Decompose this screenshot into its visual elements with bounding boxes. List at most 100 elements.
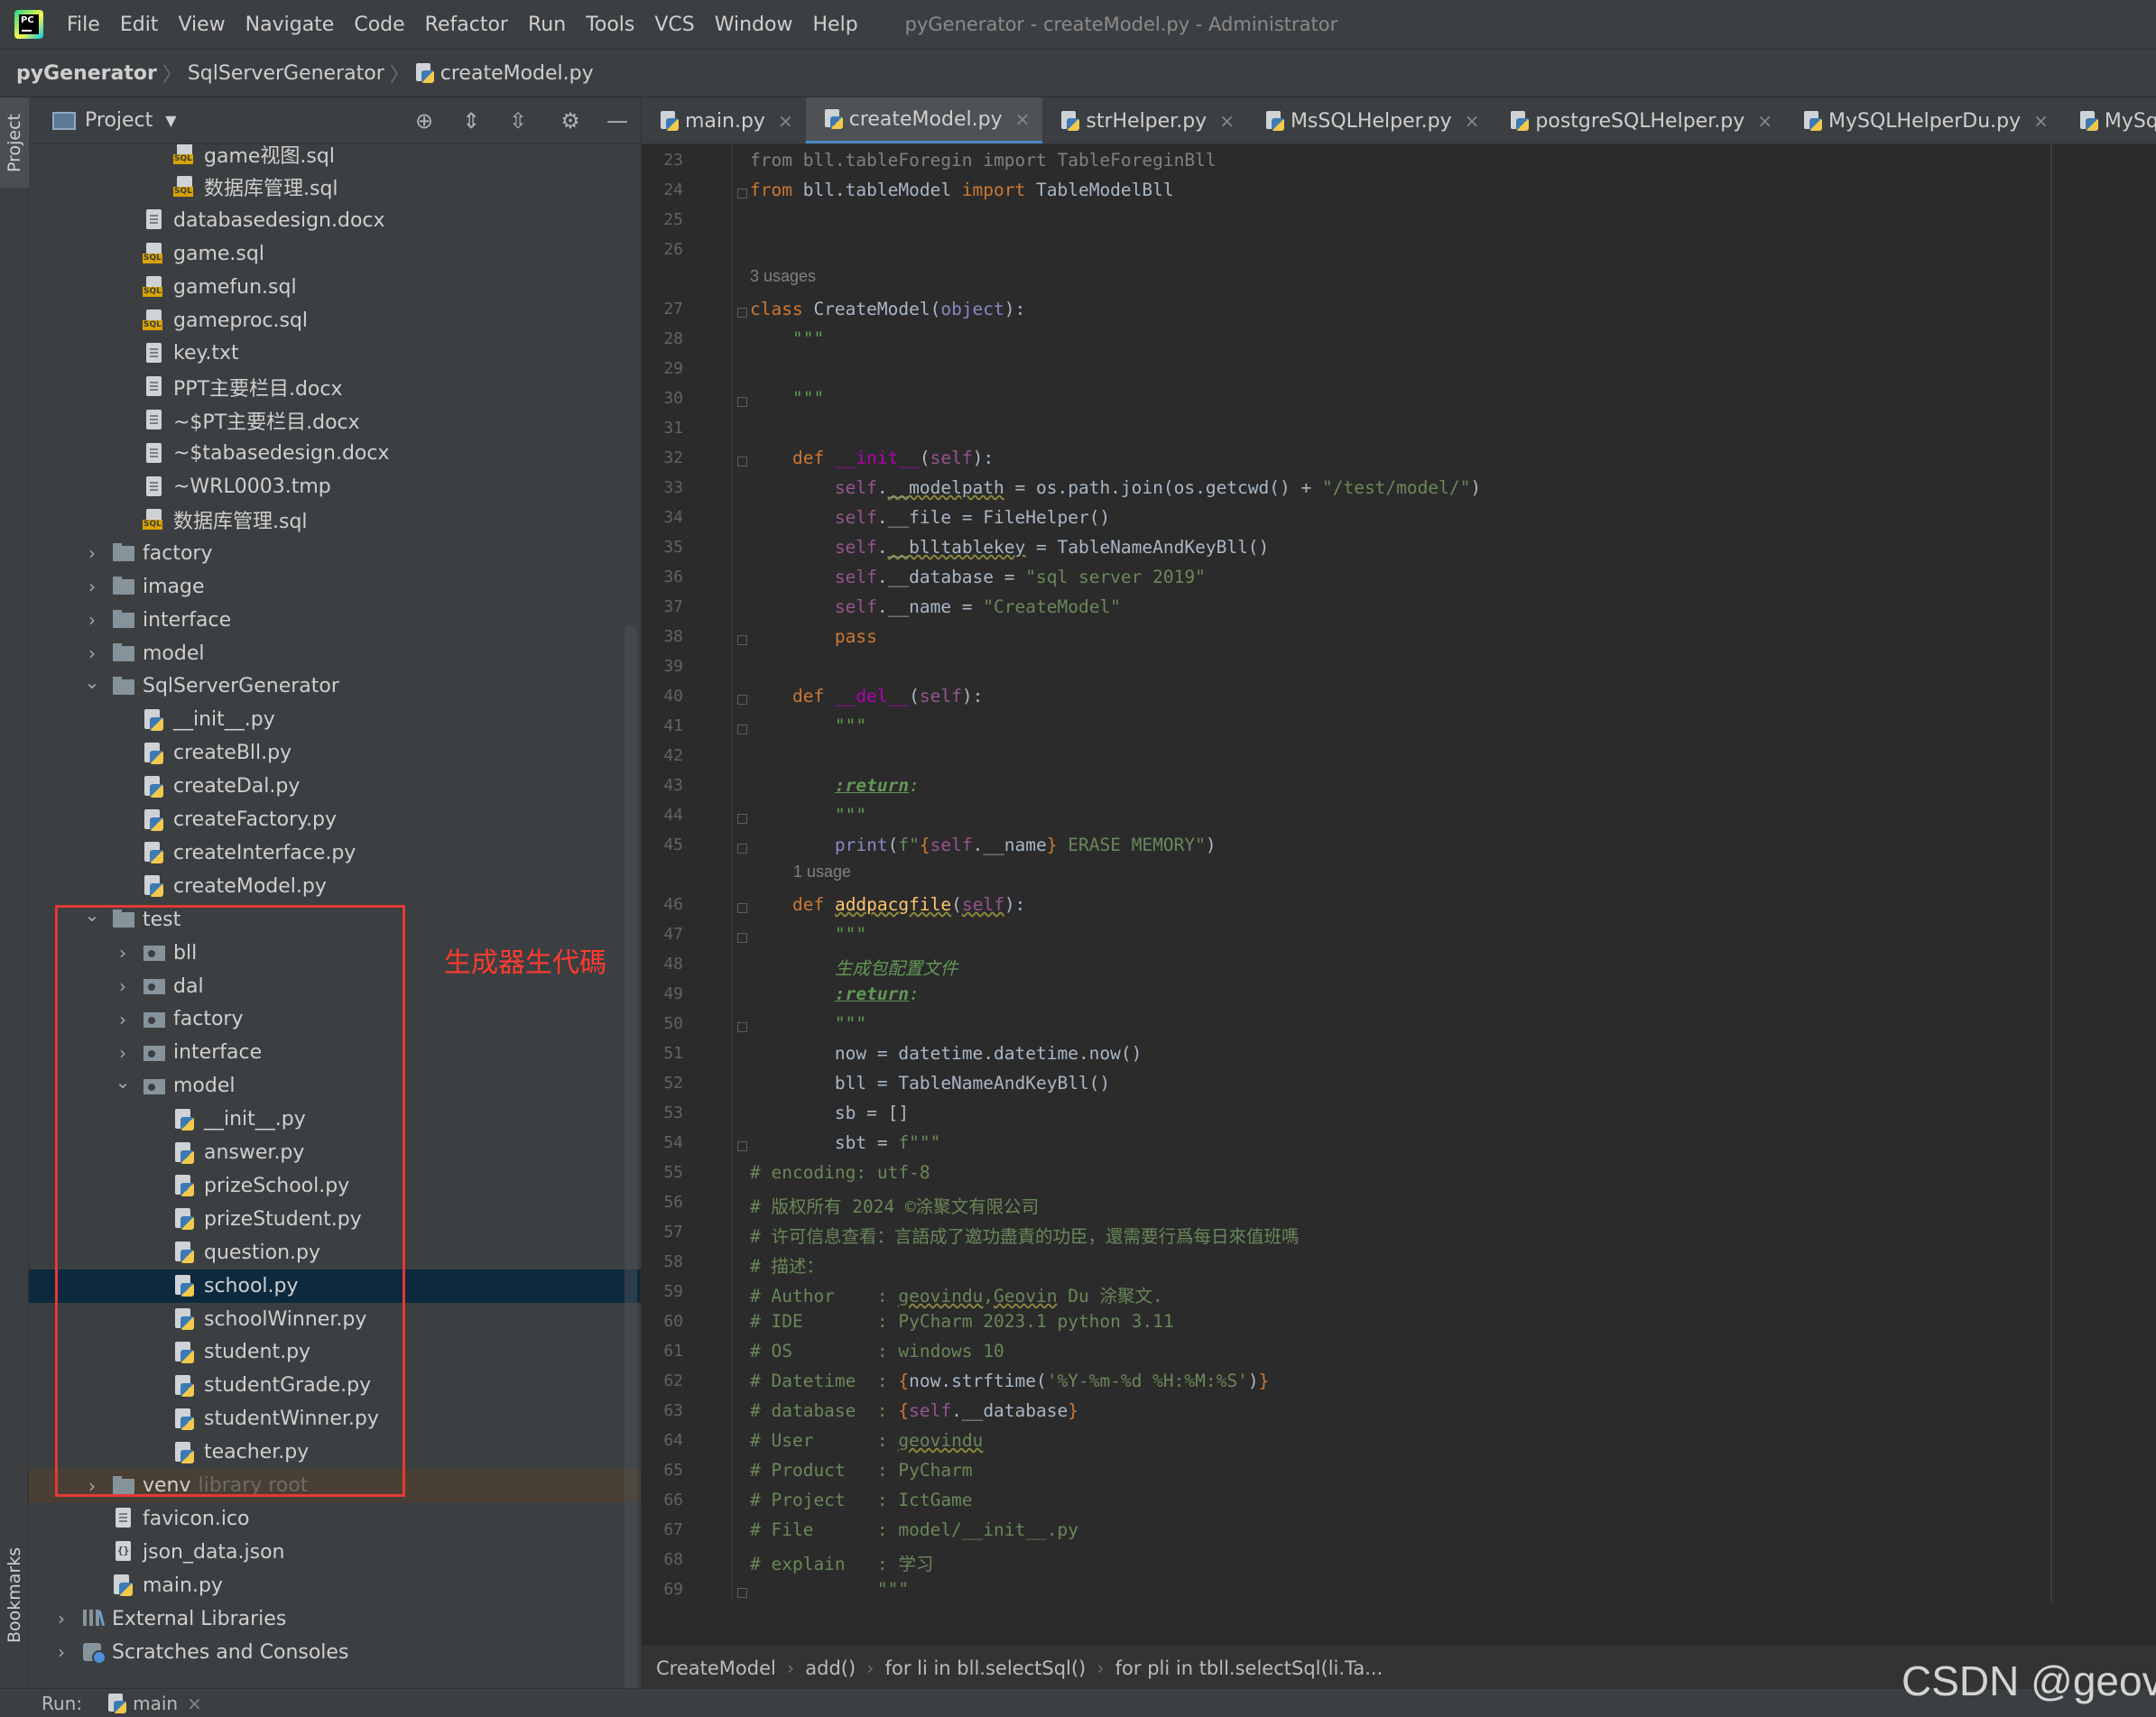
tree-item[interactable]: __init__.py bbox=[29, 703, 641, 736]
editor-tab[interactable]: MsSQLHelper.py × bbox=[1247, 97, 1492, 143]
line-number: 24 bbox=[663, 180, 683, 199]
locate-icon[interactable]: ⊕ bbox=[410, 106, 439, 135]
menu-tools[interactable]: Tools bbox=[586, 14, 634, 36]
tree-item[interactable]: databasedesign.docx bbox=[29, 204, 641, 237]
editor-tab-label: createModel.py bbox=[848, 107, 1003, 131]
close-icon[interactable]: × bbox=[1015, 108, 1031, 130]
breadcrumb-folder[interactable]: SqlServerGenerator bbox=[188, 62, 384, 85]
tree-item[interactable]: main.py bbox=[29, 1569, 641, 1602]
chevron-right-icon[interactable]: › bbox=[52, 1608, 70, 1629]
editor-breadcrumb-item[interactable]: add() bbox=[805, 1657, 856, 1679]
tree-item[interactable]: json_data.json bbox=[29, 1536, 641, 1569]
code-line: # File : model/__init__.py bbox=[750, 1519, 1078, 1540]
tree-item[interactable]: ⌄ SqlServerGenerator bbox=[29, 669, 641, 703]
tree-item[interactable]: › interface bbox=[29, 604, 641, 637]
menu-vcs[interactable]: VCS bbox=[654, 14, 694, 36]
tree-item[interactable]: createDal.py bbox=[29, 770, 641, 803]
breadcrumb-project[interactable]: pyGenerator bbox=[16, 62, 157, 85]
fold-marker-icon[interactable] bbox=[737, 695, 747, 705]
menu-help[interactable]: Help bbox=[813, 14, 858, 36]
fold-marker-icon[interactable] bbox=[737, 189, 747, 198]
tree-item[interactable]: › model bbox=[29, 637, 641, 670]
collapse-all-icon[interactable]: ⇳ bbox=[504, 106, 532, 135]
tree-item-label: factory bbox=[143, 541, 213, 565]
tree-item[interactable]: ~$tabasedesign.docx bbox=[29, 437, 641, 470]
editor-tab[interactable]: main.py × bbox=[642, 97, 806, 143]
gear-icon[interactable]: ⚙ bbox=[556, 106, 585, 135]
tree-item[interactable]: gamefun.sql bbox=[29, 271, 641, 304]
close-icon[interactable]: × bbox=[1219, 110, 1235, 132]
tree-item[interactable]: game.sql bbox=[29, 237, 641, 271]
project-tool-tab[interactable]: Project bbox=[0, 97, 29, 188]
editor-breadcrumb-item[interactable]: for li in bll.selectSql() bbox=[885, 1657, 1087, 1679]
fold-marker-icon[interactable] bbox=[737, 814, 747, 824]
fold-marker-icon[interactable] bbox=[737, 1588, 747, 1598]
code-area[interactable]: 23 from bll.tableForegin import TableFore… bbox=[642, 144, 2056, 1602]
usages-hint[interactable]: 3 usages bbox=[750, 267, 816, 286]
tree-item[interactable]: ~WRL0003.tmp bbox=[29, 470, 641, 503]
fold-marker-icon[interactable] bbox=[737, 844, 747, 854]
close-icon[interactable]: × bbox=[778, 110, 793, 132]
tree-item[interactable]: 数据库管理.sql bbox=[29, 171, 641, 204]
menu-run[interactable]: Run bbox=[528, 14, 566, 36]
chevron-down-icon[interactable]: ⌄ bbox=[83, 671, 101, 693]
close-icon[interactable]: × bbox=[187, 1693, 202, 1714]
tree-item[interactable]: › External Libraries bbox=[29, 1602, 641, 1636]
fold-marker-icon[interactable] bbox=[737, 308, 747, 318]
chevron-right-icon[interactable]: › bbox=[83, 642, 101, 664]
tree-item[interactable]: › image bbox=[29, 570, 641, 604]
run-config-tab[interactable]: main bbox=[133, 1693, 178, 1714]
close-icon[interactable]: × bbox=[2033, 110, 2049, 132]
chevron-right-icon[interactable]: › bbox=[83, 576, 101, 597]
chevron-right-icon[interactable]: › bbox=[52, 1641, 70, 1663]
editor-tab[interactable]: postgreSQLHelper.py × bbox=[1492, 97, 1785, 143]
close-icon[interactable]: × bbox=[1757, 110, 1772, 132]
minimize-icon[interactable]: — bbox=[603, 106, 632, 135]
tree-item[interactable]: key.txt bbox=[29, 337, 641, 370]
menu-edit[interactable]: Edit bbox=[120, 14, 159, 36]
project-view-selector[interactable]: Project bbox=[85, 109, 153, 132]
chevron-down-icon[interactable]: ▼ bbox=[165, 112, 176, 129]
tree-item[interactable]: createFactory.py bbox=[29, 803, 641, 836]
tree-item[interactable]: › factory bbox=[29, 537, 641, 570]
fold-marker-icon[interactable] bbox=[737, 457, 747, 466]
tree-item[interactable]: 数据库管理.sql bbox=[29, 503, 641, 537]
tree-item[interactable]: favicon.ico bbox=[29, 1502, 641, 1536]
tree-item[interactable]: game视图.sql bbox=[29, 144, 641, 171]
tree-item[interactable]: gameproc.sql bbox=[29, 304, 641, 337]
breadcrumb-file[interactable]: createModel.py bbox=[440, 62, 594, 85]
fold-marker-icon[interactable] bbox=[737, 933, 747, 943]
tree-item[interactable]: PPT主要栏目.docx bbox=[29, 370, 641, 403]
fold-marker-icon[interactable] bbox=[737, 1141, 747, 1151]
editor-tab[interactable]: createModel.py × bbox=[805, 97, 1043, 143]
fold-marker-icon[interactable] bbox=[737, 1022, 747, 1032]
menu-file[interactable]: File bbox=[67, 14, 100, 36]
editor-tab[interactable]: MySQLHelperDu.py × bbox=[1785, 97, 2061, 143]
tree-item[interactable]: createBll.py bbox=[29, 736, 641, 770]
editor-tab[interactable]: MySqlHelper bbox=[2061, 97, 2156, 143]
tree-item[interactable]: ~$PT主要栏目.docx bbox=[29, 403, 641, 437]
usages-hint[interactable]: 1 usage bbox=[793, 863, 851, 882]
bookmarks-tool-tab[interactable]: Bookmarks bbox=[0, 1528, 29, 1663]
tree-item[interactable]: createInterface.py bbox=[29, 836, 641, 870]
menu-window[interactable]: Window bbox=[715, 14, 793, 36]
close-icon[interactable]: × bbox=[1465, 110, 1480, 132]
editor-breadcrumb-item[interactable]: for pli in tbll.selectSql(li.Ta... bbox=[1115, 1657, 1383, 1679]
fold-marker-icon[interactable] bbox=[737, 635, 747, 645]
tree-item[interactable]: › Scratches and Consoles bbox=[29, 1636, 641, 1669]
editor-tab[interactable]: strHelper.py × bbox=[1042, 97, 1247, 143]
fold-marker-icon[interactable] bbox=[737, 725, 747, 734]
tree-item[interactable]: createModel.py bbox=[29, 870, 641, 903]
menu-navigate[interactable]: Navigate bbox=[245, 14, 335, 36]
editor-breadcrumb-item[interactable]: CreateModel bbox=[656, 1657, 776, 1679]
menu-view[interactable]: View bbox=[178, 14, 225, 36]
chevron-right-icon[interactable]: › bbox=[83, 542, 101, 564]
menu-refactor[interactable]: Refactor bbox=[425, 14, 508, 36]
expand-all-icon[interactable]: ⇕ bbox=[457, 106, 486, 135]
fold-marker-icon[interactable] bbox=[737, 903, 747, 913]
menu-code[interactable]: Code bbox=[354, 14, 404, 36]
chevron-right-icon[interactable]: › bbox=[83, 609, 101, 631]
tree-item-label: game.sql bbox=[173, 242, 264, 265]
tree-scrollbar[interactable] bbox=[625, 625, 637, 1688]
fold-marker-icon[interactable] bbox=[737, 397, 747, 407]
